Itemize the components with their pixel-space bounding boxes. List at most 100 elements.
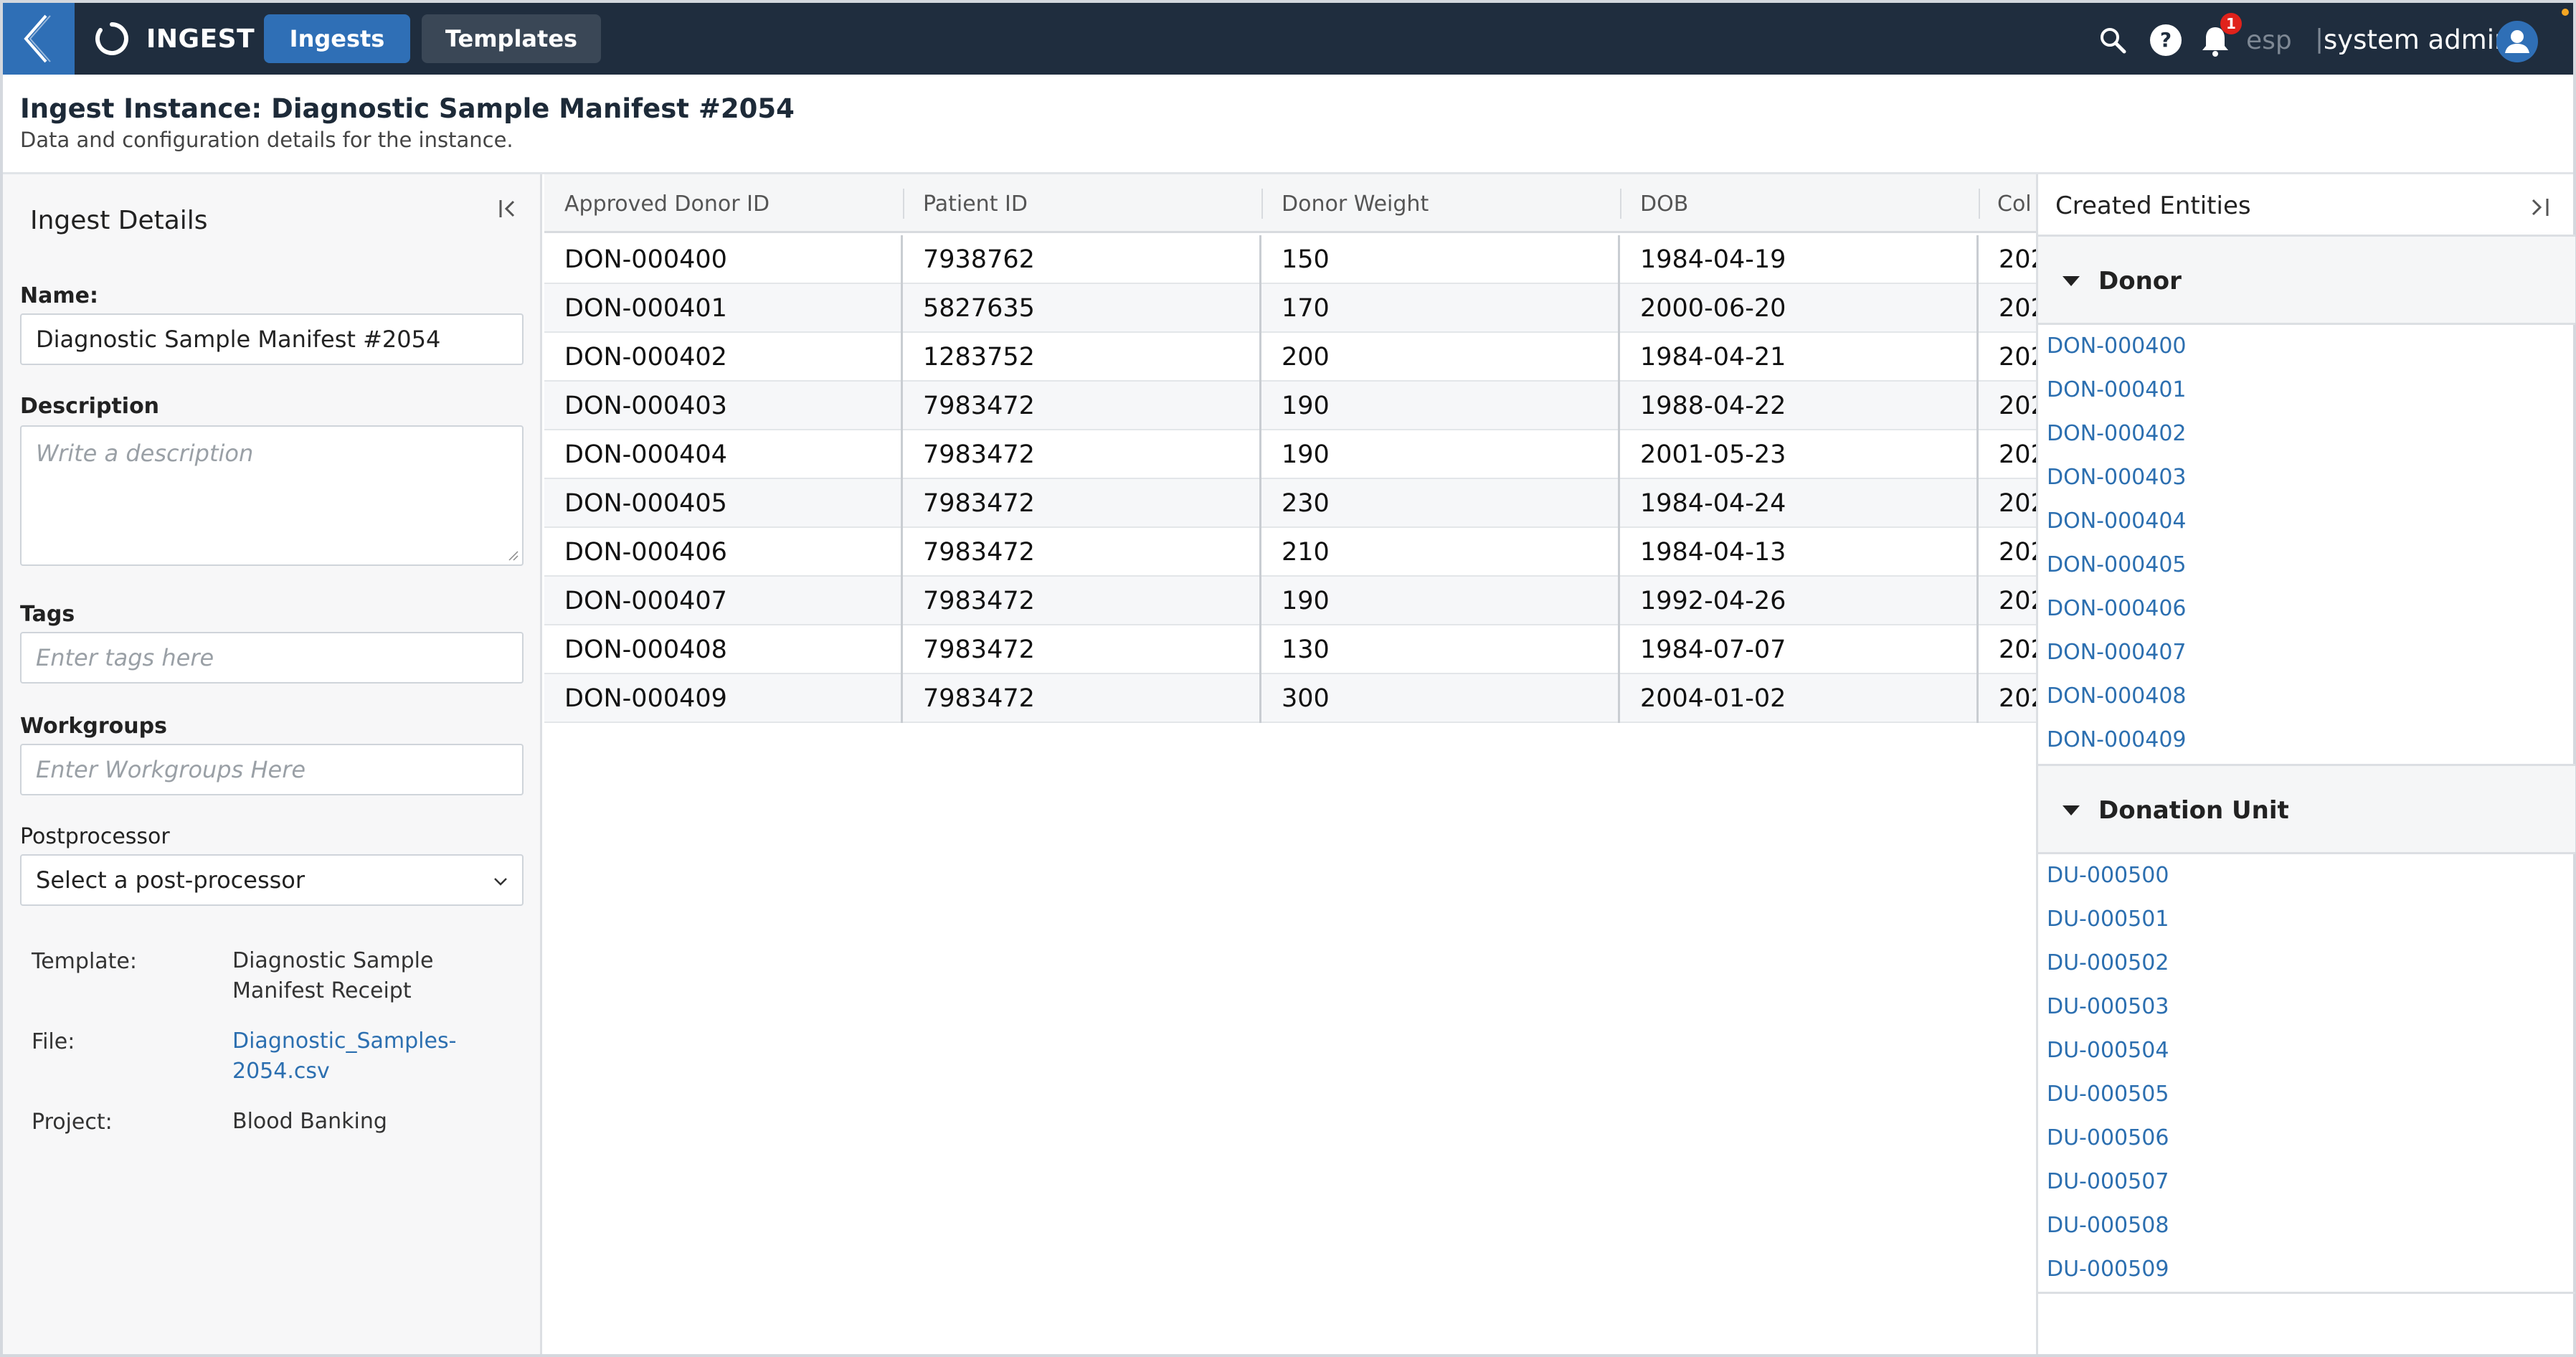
top-navigation-bar: INGEST Ingests Templates ? 1 esp | syste… <box>3 3 2573 75</box>
table-cell: 2004-01-02 <box>1620 674 1979 723</box>
table-cell: 5827635 <box>903 284 1261 333</box>
table-row[interactable]: DON-00040879834721301984-07-07 202 <box>544 625 2036 674</box>
name-input[interactable]: Diagnostic Sample Manifest #2054 <box>20 313 524 365</box>
chevron-down-icon <box>494 878 507 886</box>
entities-heading: Created Entities <box>2055 192 2251 220</box>
table-row[interactable]: DON-00040579834722301984-04-24 202 <box>544 479 2036 528</box>
table-cell: 202 <box>1999 440 2036 469</box>
language-selector[interactable]: esp <box>2246 26 2292 55</box>
donor-section-title: Donor <box>2098 267 2182 295</box>
donation-unit-entity-link[interactable]: DU-000505 <box>2047 1082 2169 1107</box>
column-header-approved-donor-id[interactable]: Approved Donor ID <box>544 174 903 233</box>
table-cell: 1984-04-21 <box>1620 333 1979 382</box>
file-label: File: <box>32 1029 75 1054</box>
search-icon[interactable] <box>2097 24 2128 56</box>
donor-entity-link[interactable]: DON-000405 <box>2047 552 2187 577</box>
table-cell: DON-000406 <box>544 528 903 577</box>
status-dot <box>2562 9 2569 16</box>
tab-ingests[interactable]: Ingests <box>264 14 410 63</box>
donation-unit-entity-link[interactable]: DU-000503 <box>2047 994 2169 1019</box>
postprocessor-select[interactable]: Select a post-processor <box>20 854 524 906</box>
resize-grip-icon[interactable] <box>508 550 519 562</box>
donation-unit-entity-link[interactable]: DU-000504 <box>2047 1038 2169 1063</box>
donor-entity-link[interactable]: DON-000403 <box>2047 465 2187 490</box>
table-cell: DON-000400 <box>544 235 903 284</box>
table-row[interactable]: DON-00040479834721902001-05-23 202 <box>544 430 2036 479</box>
collapse-left-icon[interactable] <box>496 196 522 222</box>
table-cell: 202 <box>1999 245 2036 274</box>
table-row[interactable]: DON-00040079387621501984-04-19 202 <box>544 235 2036 284</box>
table-header: Approved Donor ID Patient ID Donor Weigh… <box>544 174 2036 233</box>
section-divider <box>2038 1292 2575 1294</box>
donor-entity-link[interactable]: DON-000401 <box>2047 377 2187 402</box>
donor-entity-link[interactable]: DON-000400 <box>2047 334 2187 359</box>
tab-templates[interactable]: Templates <box>422 14 601 63</box>
table-row[interactable]: DON-00040679834722101984-04-13 202 <box>544 528 2036 577</box>
donor-entity-link[interactable]: DON-000402 <box>2047 421 2187 446</box>
table-cell: DON-000401 <box>544 284 903 333</box>
table-cell: 202 <box>1999 587 2036 615</box>
collapse-right-icon[interactable] <box>2526 194 2552 220</box>
tags-input[interactable]: Enter tags here <box>20 632 524 684</box>
table-cell: 7983472 <box>903 577 1261 625</box>
column-header-col[interactable]: Col <box>1979 174 2036 233</box>
donor-entity-link[interactable]: DON-000404 <box>2047 509 2187 534</box>
user-name[interactable]: system admin <box>2324 24 2511 55</box>
user-avatar-icon[interactable] <box>2496 20 2539 63</box>
table-cell: DON-000408 <box>544 625 903 674</box>
table-cell: 1992-04-26 <box>1620 577 1979 625</box>
donor-entity-link[interactable]: DON-000408 <box>2047 684 2187 709</box>
donor-section-header[interactable]: Donor <box>2038 235 2575 325</box>
table-cell: DON-000409 <box>544 674 903 723</box>
ingest-data-table: Approved Donor ID Patient ID Donor Weigh… <box>544 174 2036 1354</box>
donor-entity-link[interactable]: DON-000406 <box>2047 596 2187 621</box>
project-value: Blood Banking <box>232 1109 387 1134</box>
donor-entity-link[interactable]: DON-000407 <box>2047 640 2187 665</box>
tags-placeholder: Enter tags here <box>36 644 214 671</box>
column-header-patient-id[interactable]: Patient ID <box>903 174 1261 233</box>
table-cell: DON-000407 <box>544 577 903 625</box>
tags-label: Tags <box>20 602 75 627</box>
donation-unit-entity-link[interactable]: DU-000500 <box>2047 863 2169 888</box>
donation-unit-entity-link[interactable]: DU-000508 <box>2047 1213 2169 1238</box>
created-entities-panel: Created Entities Donor DON-000400 DON-000… <box>2036 174 2575 1354</box>
ingest-logo-icon <box>95 22 128 55</box>
donation-unit-entity-link[interactable]: DU-000502 <box>2047 950 2169 975</box>
table-row[interactable]: DON-00040158276351702000-06-20 202 <box>544 284 2036 333</box>
caret-down-icon <box>2063 276 2080 286</box>
table-cell: 1984-04-13 <box>1620 528 1979 577</box>
table-row[interactable]: DON-00040379834721901988-04-22 202 <box>544 382 2036 430</box>
table-row[interactable]: DON-00040979834723002004-01-02 202 <box>544 674 2036 723</box>
file-link[interactable]: Diagnostic_Samples-2054.csv <box>232 1026 469 1087</box>
description-label: Description <box>20 394 160 419</box>
back-button[interactable] <box>3 3 75 75</box>
donation-unit-entity-link[interactable]: DU-000506 <box>2047 1125 2169 1150</box>
donation-unit-entity-link[interactable]: DU-000507 <box>2047 1169 2169 1194</box>
table-cell: 7983472 <box>903 430 1261 479</box>
table-row[interactable]: DON-00040212837522001984-04-21 202 <box>544 333 2036 382</box>
column-header-dob[interactable]: DOB <box>1620 174 1979 233</box>
donation-unit-entity-link[interactable]: DU-000509 <box>2047 1257 2169 1282</box>
project-label: Project: <box>32 1110 113 1135</box>
workgroups-placeholder: Enter Workgroups Here <box>36 756 306 783</box>
table-row[interactable]: DON-00040779834721901992-04-26 202 <box>544 577 2036 625</box>
donor-entity-link[interactable]: DON-000409 <box>2047 727 2187 752</box>
ingest-details-panel: Ingest Details Name: Diagnostic Sample M… <box>3 174 542 1354</box>
table-cell: 300 <box>1261 674 1620 723</box>
column-header-donor-weight[interactable]: Donor Weight <box>1261 174 1620 233</box>
workgroups-input[interactable]: Enter Workgroups Here <box>20 744 524 795</box>
help-icon[interactable]: ? <box>2149 23 2183 57</box>
table-cell: 7938762 <box>903 235 1261 284</box>
table-cell: DON-000404 <box>544 430 903 479</box>
donation-unit-section-header[interactable]: Donation Unit <box>2038 764 2575 854</box>
template-label: Template: <box>32 949 137 974</box>
table-cell: 1984-04-24 <box>1620 479 1979 528</box>
workgroups-label: Workgroups <box>20 714 167 739</box>
table-cell: 1984-04-19 <box>1620 235 1979 284</box>
donation-unit-entity-link[interactable]: DU-000501 <box>2047 907 2169 932</box>
table-cell: DON-000403 <box>544 382 903 430</box>
description-textarea[interactable]: Write a description <box>20 425 524 566</box>
table-cell: 170 <box>1261 284 1620 333</box>
table-cell: 210 <box>1261 528 1620 577</box>
brand-name: INGEST <box>146 24 255 54</box>
